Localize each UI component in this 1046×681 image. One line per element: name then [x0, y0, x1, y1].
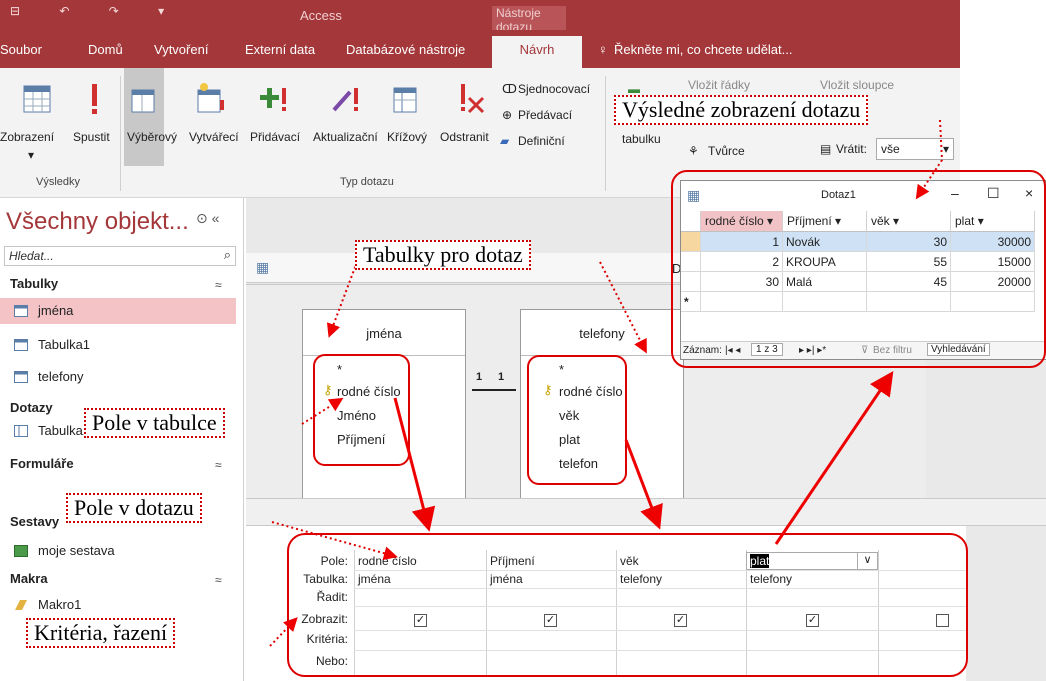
- annotation-arrows: [269, 119, 944, 647]
- callout-fields-in-query: Pole v dotazu: [66, 493, 202, 523]
- callout-criteria-sort: Kritéria, řazení: [26, 618, 176, 648]
- callout-fields-in-table: Pole v tabulce: [84, 408, 225, 438]
- callout-tables-for-query: Tabulky pro dotaz: [355, 240, 531, 270]
- callout-result-view: Výsledné zobrazení dotazu: [614, 95, 869, 125]
